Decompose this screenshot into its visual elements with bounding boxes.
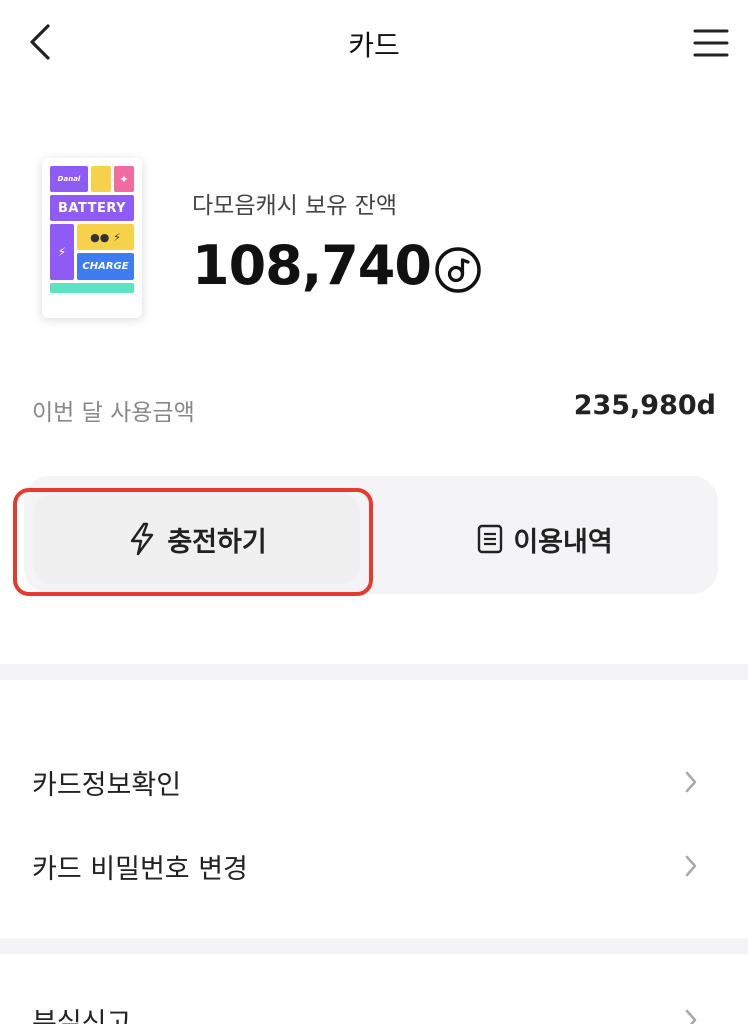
history-button-label: 이용내역	[513, 526, 613, 558]
menu-button[interactable]	[688, 20, 734, 66]
card-chip	[91, 166, 111, 192]
card-charge-label: CHARGE	[77, 253, 134, 280]
menu-item-change-password[interactable]: 카드 비밀번호 변경	[0, 828, 748, 904]
chevron-right-icon	[685, 855, 697, 877]
charge-button[interactable]: 충전하기	[34, 494, 360, 584]
document-list-icon	[478, 524, 503, 554]
section-divider	[0, 664, 748, 680]
menu-item-label: 카드정보확인	[32, 769, 182, 801]
hamburger-menu-icon	[693, 29, 729, 57]
card-battery-label: BATTERY	[50, 195, 134, 221]
page-title: 카드	[348, 29, 400, 62]
card-stripe	[50, 283, 134, 293]
balance-label: 다모음캐시 보유 잔액	[192, 193, 398, 219]
menu-item-report-lost[interactable]: 분실신고	[0, 982, 748, 1024]
chevron-right-icon	[685, 1009, 697, 1024]
header: 카드	[0, 0, 748, 90]
battery-icon: ⚡	[50, 224, 74, 280]
card-image: Danal ✦ BATTERY ⚡ ●● ⚡ CHARGE	[42, 158, 142, 318]
balance-amount: 108,740	[192, 234, 432, 297]
card-logo: Danal	[50, 166, 88, 192]
monthly-usage-value: 235,980d	[573, 390, 716, 421]
menu-item-card-info[interactable]: 카드정보확인	[0, 744, 748, 820]
section-divider	[0, 938, 748, 954]
sparkle-icon: ✦	[114, 166, 134, 192]
chevron-right-icon	[685, 771, 697, 793]
lightning-icon	[131, 522, 154, 556]
menu-item-label: 카드 비밀번호 변경	[32, 853, 248, 885]
monthly-usage-label: 이번 달 사용금액	[32, 400, 195, 426]
charge-button-label: 충전하기	[167, 526, 267, 558]
d-coin-icon	[435, 247, 481, 293]
history-button[interactable]: 이용내역	[382, 494, 708, 584]
menu-item-label: 분실신고	[32, 1007, 132, 1024]
eyes-icon: ●● ⚡	[77, 224, 134, 250]
